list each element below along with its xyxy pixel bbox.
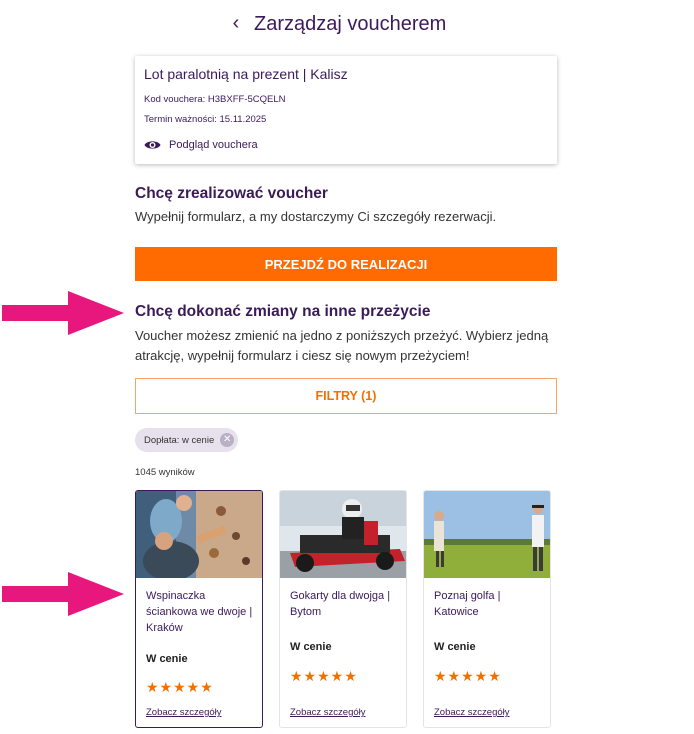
eye-icon bbox=[144, 141, 161, 149]
voucher-card: Lot paralotnią na prezent | Kalisz Kod v… bbox=[135, 56, 557, 164]
star-rating: ★★★★★ bbox=[146, 679, 214, 695]
card-image bbox=[280, 491, 406, 578]
card-title: Wspinaczka ściankowa we dwoje | Kraków bbox=[146, 590, 253, 634]
filter-chip: Dopłata: w cenie ✕ bbox=[135, 428, 239, 452]
star-rating: ★★★★★ bbox=[434, 668, 502, 684]
voucher-expiry: Termin ważności: 15.11.2025 bbox=[144, 114, 267, 125]
exchange-text-line-2: atrakcję, wypełnij formularz i ciesz się… bbox=[135, 348, 470, 363]
annotation-arrow-icon bbox=[2, 291, 124, 335]
experience-card-climbing[interactable]: Wspinaczka ściankowa we dwoje | Kraków W… bbox=[135, 490, 263, 728]
page-title: Zarządzaj voucherem bbox=[254, 13, 447, 35]
voucher-preview-link[interactable]: Podgląd vouchera bbox=[144, 137, 258, 153]
card-price: W cenie bbox=[290, 641, 332, 653]
card-image bbox=[424, 491, 550, 578]
star-rating: ★★★★★ bbox=[290, 668, 358, 684]
voucher-name: Lot paralotnią na prezent | Kalisz bbox=[144, 66, 348, 82]
exchange-text-line-1: Voucher możesz zmienić na jedno z poniżs… bbox=[135, 328, 549, 343]
card-image bbox=[136, 491, 262, 578]
realize-heading: Chcę zrealizować voucher bbox=[135, 185, 328, 202]
filter-chip-label: Dopłata: w cenie bbox=[144, 434, 215, 446]
see-details-link[interactable]: Zobacz szczegóły bbox=[290, 707, 366, 718]
results-count: 1045 wyników bbox=[135, 467, 195, 478]
page-header: ‹ Zarządzaj voucherem bbox=[0, 10, 694, 40]
close-icon[interactable]: ✕ bbox=[220, 433, 235, 447]
card-price: W cenie bbox=[434, 641, 476, 653]
voucher-preview-label: Podgląd vouchera bbox=[169, 139, 258, 151]
experience-card-karting[interactable]: Gokarty dla dwojga | Bytom W cenie ★★★★★… bbox=[279, 490, 407, 728]
annotation-arrow-icon bbox=[2, 572, 124, 616]
voucher-code: Kod vouchera: H3BXFF-5CQELN bbox=[144, 94, 286, 105]
experience-card-golf[interactable]: Poznaj golfa | Katowice W cenie ★★★★★ Zo… bbox=[423, 490, 551, 728]
go-to-realization-button[interactable]: PRZEJDŹ DO REALIZACJI bbox=[135, 247, 557, 281]
see-details-link[interactable]: Zobacz szczegóły bbox=[434, 707, 510, 718]
card-price: W cenie bbox=[146, 653, 188, 665]
chevron-left-icon[interactable]: ‹ bbox=[228, 10, 244, 38]
filters-button[interactable]: FILTRY (1) bbox=[135, 378, 557, 414]
exchange-heading: Chcę dokonać zmiany na inne przeżycie bbox=[135, 303, 431, 320]
see-details-link[interactable]: Zobacz szczegóły bbox=[146, 707, 222, 718]
card-title: Gokarty dla dwojga | Bytom bbox=[290, 590, 391, 618]
realize-text: Wypełnij formularz, a my dostarczymy Ci … bbox=[135, 209, 497, 224]
card-title: Poznaj golfa | Katowice bbox=[434, 590, 501, 618]
